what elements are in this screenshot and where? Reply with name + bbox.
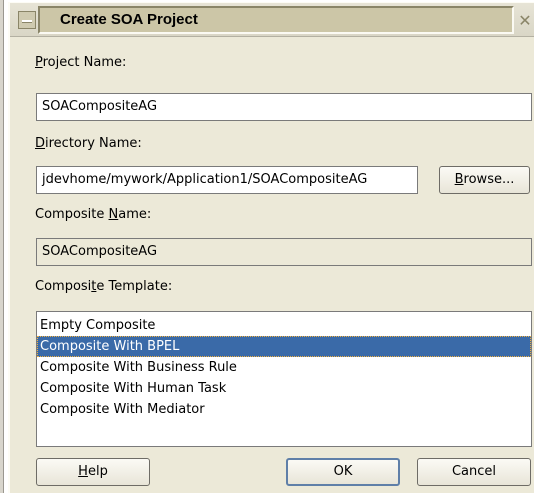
directory-name-label-text: irectory Name: [45, 136, 142, 151]
composite-template-label: Composite Template: [35, 279, 172, 294]
composite-template-list[interactable]: Empty Composite Composite With BPEL Comp… [36, 311, 532, 447]
composite-name-label-prefix: Composite [35, 207, 109, 222]
background-window-edge [0, 0, 4, 493]
title-area: Create SOA Project [38, 6, 514, 34]
create-soa-project-dialog: Create SOA Project ✕ Project Name: SOACo… [8, 2, 534, 493]
help-mnemonic: H [78, 464, 88, 479]
directory-name-field[interactable]: jdevhome/mywork/Application1/SOAComposit… [36, 166, 418, 194]
help-label: elp [87, 464, 108, 479]
browse-mnemonic: B [454, 172, 464, 187]
composite-template-label-prefix: Composi [35, 279, 92, 294]
composite-template-label-text: e Template: [96, 279, 173, 294]
browse-button[interactable]: Browse... [439, 166, 530, 194]
project-name-mnemonic: P [35, 55, 43, 70]
list-item-composite-with-bpel[interactable]: Composite With BPEL [37, 336, 531, 357]
composite-name-label: Composite Name: [35, 207, 151, 222]
minimize-bar-icon [22, 20, 32, 23]
cancel-button[interactable]: Cancel [417, 458, 531, 486]
list-item-composite-with-mediator[interactable]: Composite With Mediator [37, 399, 531, 420]
composite-name-mnemonic: N [108, 207, 119, 222]
browse-label: rowse... [463, 172, 515, 187]
system-menu-icon[interactable] [18, 11, 36, 29]
project-name-label-text: roject Name: [42, 55, 127, 70]
screen: Create SOA Project ✕ Project Name: SOACo… [0, 0, 534, 493]
composite-name-label-text: ame: [118, 207, 152, 222]
composite-name-field: SOACompositeAG [36, 238, 532, 266]
project-name-label: Project Name: [35, 55, 126, 70]
dialog-title: Create SOA Project [60, 11, 198, 28]
title-bar[interactable]: Create SOA Project ✕ [10, 3, 534, 37]
close-icon[interactable]: ✕ [516, 12, 534, 30]
project-name-field[interactable]: SOACompositeAG [36, 93, 532, 121]
help-button[interactable]: Help [36, 458, 150, 486]
list-item-composite-with-human-task[interactable]: Composite With Human Task [37, 378, 531, 399]
directory-name-label: Directory Name: [35, 136, 142, 151]
list-item-empty-composite[interactable]: Empty Composite [37, 315, 531, 336]
directory-name-mnemonic: D [35, 136, 46, 151]
list-item-composite-with-business-rule[interactable]: Composite With Business Rule [37, 357, 531, 378]
ok-button[interactable]: OK [286, 458, 400, 486]
